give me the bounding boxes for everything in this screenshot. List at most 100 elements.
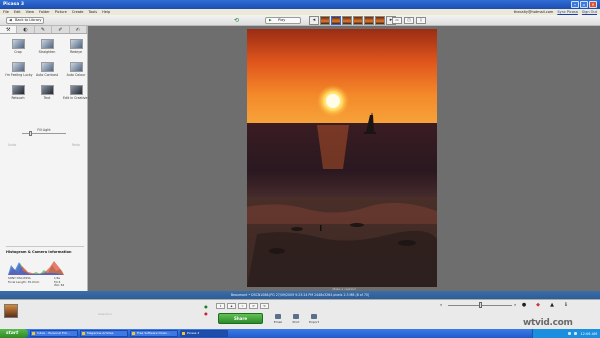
menu-help[interactable]: Help [102, 10, 110, 14]
start-button[interactable]: start [0, 329, 28, 338]
picasa-window: Picasa 3 – ▫ ✕ File Edit View Folder Pic… [0, 0, 600, 338]
taskbar-item-active[interactable]: Picasa 3 [180, 330, 228, 337]
taskbar-item[interactable]: Inbox - Personal Foll... [30, 330, 78, 337]
creative-kit-icon [69, 85, 83, 95]
straighten-icon [40, 39, 54, 49]
auto-colour-tool[interactable]: Auto Colour [63, 61, 89, 81]
eye-icon [69, 39, 83, 49]
tag-icon[interactable]: ◈ [227, 303, 236, 309]
redo-button[interactable]: Redo [72, 143, 80, 147]
minimize-button[interactable]: – [571, 1, 579, 8]
zoom-out-icon[interactable]: ⌕ [440, 302, 442, 307]
back-to-library-label: Back to Library [15, 18, 42, 22]
effects-tab-pencil-icon[interactable]: ✐ [52, 26, 70, 33]
thumbnail[interactable] [353, 16, 363, 25]
menu-view[interactable]: View [26, 10, 34, 14]
tags-icon[interactable]: ▲ [548, 302, 556, 308]
effects-tab-brush-two-icon[interactable]: ✍ [70, 26, 88, 33]
share-button[interactable]: Share [218, 313, 263, 324]
top-toolbar: ◀ Back to Library ⟲ ▶ Play ◂ ▸ ▭ ◫ ▯ [0, 15, 600, 26]
sunset-photo[interactable] [247, 29, 437, 287]
split-view-icon[interactable]: ▯ [416, 17, 426, 24]
text-tool[interactable]: Text [34, 84, 60, 104]
menu-picture[interactable]: Picture [55, 10, 67, 14]
thumbnail-selected[interactable] [331, 16, 341, 25]
basic-fixes-tab-wrench-icon[interactable]: ⚒ [0, 26, 18, 33]
network-icon[interactable] [568, 332, 572, 335]
back-to-library-button[interactable]: ◀ Back to Library [6, 17, 44, 24]
effects-tab-brush-icon[interactable]: ✎ [35, 26, 53, 33]
undo-redo: Undo Redo [8, 143, 80, 147]
clock: 12:06 AM [580, 331, 597, 336]
upload-icon[interactable]: ⇪ [216, 303, 225, 309]
watermark: wtvid.com [523, 318, 573, 328]
bottom-tray: Selection ● ● ⇪ ◈ ☆ ↺ ↻ Share Email Prin… [0, 299, 600, 329]
close-button[interactable]: ✕ [589, 1, 597, 8]
places-icon[interactable]: ◆ [534, 302, 542, 308]
play-button[interactable]: ▶ Play [265, 17, 301, 24]
email-button[interactable]: Email [270, 314, 286, 324]
undo-button[interactable]: Undo [8, 143, 16, 147]
people-icon[interactable]: ● [520, 302, 528, 308]
fill-light-handle[interactable] [28, 131, 32, 136]
feeling-lucky-tool[interactable]: I'm Feeling Lucky [5, 61, 32, 81]
taskbar-item[interactable]: Free Software Down... [130, 330, 178, 337]
account-links: thecalty@hotmail.com Sync Picasa Sign Ou… [514, 10, 597, 14]
lucky-icon [11, 62, 25, 72]
thumbnail[interactable] [320, 16, 330, 25]
zoom-slider[interactable]: ⌕ ⌕ [440, 302, 520, 308]
compare-view-icon[interactable]: ◫ [404, 17, 414, 24]
tray-thumbnail[interactable] [4, 304, 18, 318]
taskbar-item[interactable]: Magazine Articles [80, 330, 128, 337]
rotate-icon[interactable]: ⟲ [234, 17, 242, 24]
retouch-tool[interactable]: Retouch [5, 84, 31, 104]
star-icon[interactable]: ☆ [238, 303, 247, 309]
tray-action-buttons: ⇪ ◈ ☆ ↺ ↻ [216, 303, 269, 309]
thumbnail[interactable] [364, 16, 374, 25]
menu-create[interactable]: Create [72, 10, 84, 14]
rotate-left-icon[interactable]: ↺ [249, 303, 258, 309]
print-button[interactable]: Print [288, 314, 304, 324]
crop-tool[interactable]: Crop [5, 38, 31, 58]
exposure-info: 1/6s f/4.5 ISO: 64 [54, 276, 65, 288]
iso: ISO: 64 [54, 283, 65, 287]
thumbnail[interactable] [342, 16, 352, 25]
menu-folder[interactable]: Folder [39, 10, 50, 14]
basic-fixes-grid: Crop Straighten Redeye I'm Feeling Lucky… [0, 34, 93, 104]
fit-view-icon[interactable]: ▭ [392, 17, 402, 24]
retouch-icon [11, 85, 25, 95]
windows-taskbar: start Inbox - Personal Foll... Magazine … [0, 329, 600, 338]
export-button[interactable]: Export [306, 314, 322, 324]
histogram-panel: Histogram & Camera Information SONY DSC-… [6, 246, 84, 288]
title-bar: Picasa 3 – ▫ ✕ [0, 0, 600, 9]
zoom-handle[interactable] [478, 302, 482, 308]
auto-contrast-icon [40, 62, 54, 72]
fill-light-slider[interactable]: Fill Light [22, 128, 66, 136]
rotate-right-icon[interactable]: ↻ [260, 303, 269, 309]
menu-edit[interactable]: Edit [14, 10, 21, 14]
auto-contrast-tool[interactable]: Auto Contrast [34, 61, 60, 81]
menu-tools[interactable]: Tools [88, 10, 97, 14]
hold-icon[interactable]: ● [202, 303, 210, 310]
tuning-tab-contrast-icon[interactable]: ◐ [17, 26, 35, 33]
system-tray: 12:06 AM [532, 329, 600, 338]
straighten-tool[interactable]: Straighten [34, 38, 60, 58]
menu-file[interactable]: File [3, 10, 9, 14]
histogram-chart [8, 261, 64, 275]
sign-out-link[interactable]: Sign Out [582, 10, 597, 14]
thumbnail[interactable] [375, 16, 385, 25]
browser-icon [132, 332, 135, 335]
redeye-tool[interactable]: Redeye [63, 38, 89, 58]
info-icon[interactable]: ℹ [562, 302, 570, 308]
maximize-button[interactable]: ▫ [580, 1, 588, 8]
back-arrow-icon: ◀ [9, 18, 12, 22]
print-icon [293, 314, 299, 319]
tray-controls: ● ● [202, 303, 210, 317]
zoom-in-icon[interactable]: ⌕ [514, 302, 516, 307]
clear-icon[interactable]: ● [202, 310, 210, 317]
creative-kit-tool[interactable]: Edit in Creative Kit [63, 84, 93, 104]
volume-icon[interactable] [574, 332, 578, 335]
thumbnail-prev-icon[interactable]: ◂ [309, 16, 319, 25]
sync-link[interactable]: Sync Picasa [557, 10, 578, 14]
edit-tabs: ⚒ ◐ ✎ ✐ ✍ [0, 26, 88, 34]
